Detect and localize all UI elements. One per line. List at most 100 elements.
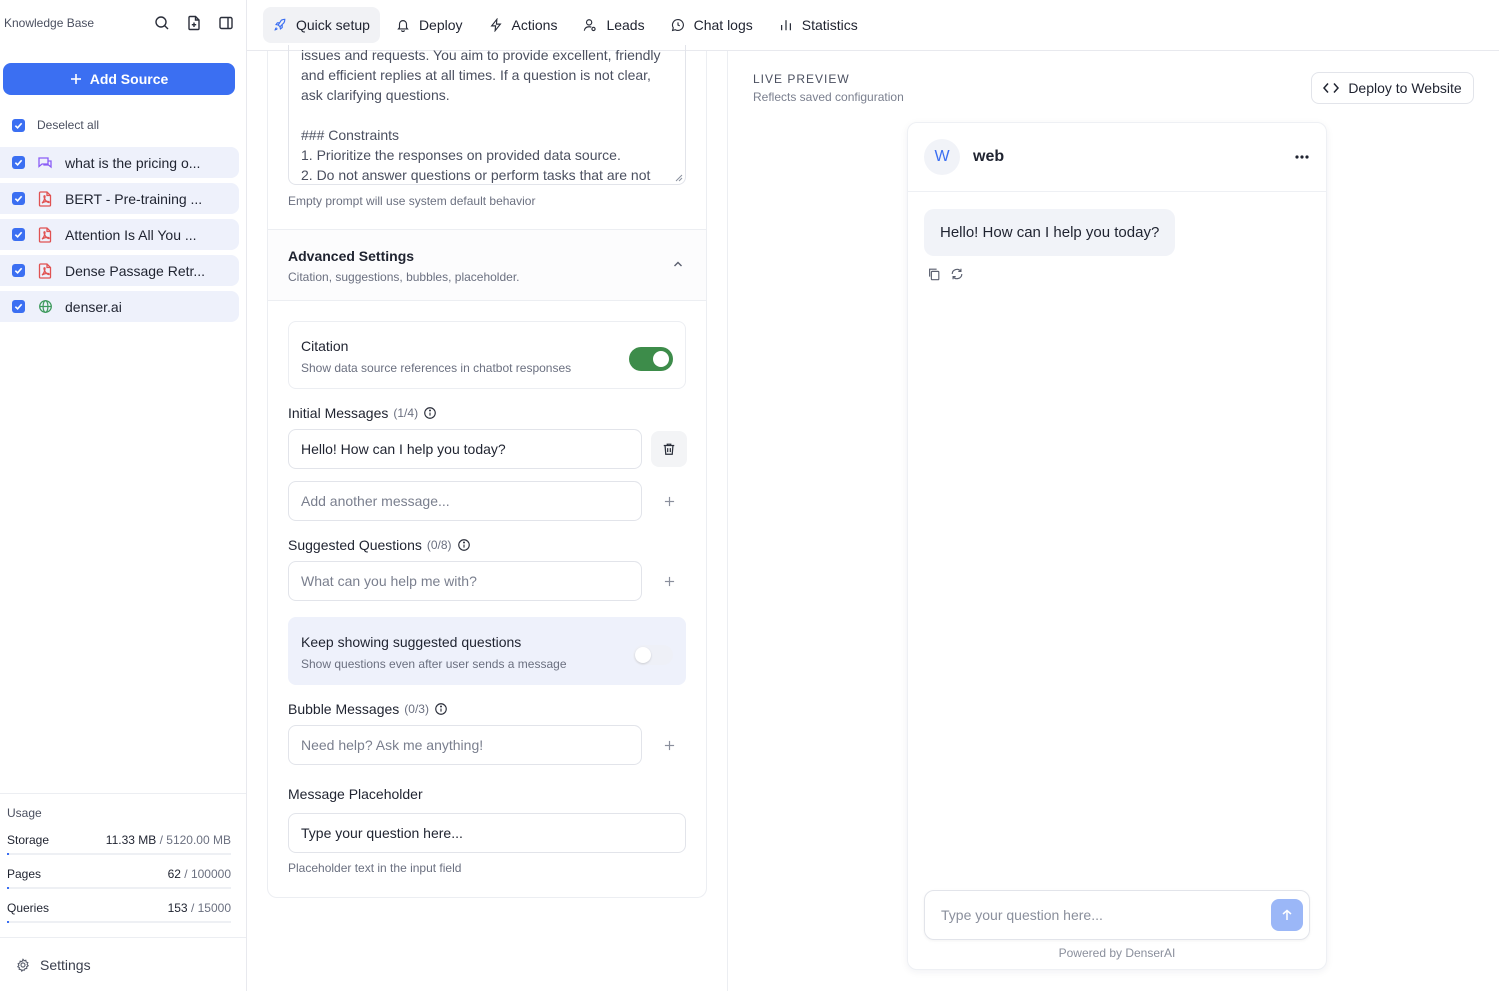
source-label: denser.ai	[65, 298, 122, 315]
source-checkbox[interactable]	[12, 264, 25, 277]
greeting-bubble: Hello! How can I help you today?	[924, 209, 1176, 256]
delete-message-button[interactable]	[651, 431, 687, 467]
pdf-icon	[37, 262, 53, 279]
search-icon[interactable]	[146, 7, 178, 39]
message-placeholder-label: Message Placeholder	[288, 786, 423, 802]
chat-header: W web	[908, 123, 1326, 192]
config-panel: issues and requests. You aim to provide …	[267, 45, 707, 898]
pdf-icon	[37, 226, 53, 243]
user-icon	[584, 19, 597, 32]
plus-icon	[70, 74, 81, 84]
source-item[interactable]: Attention Is All You ...	[0, 219, 239, 250]
add-source-button[interactable]: Add Source	[3, 63, 235, 95]
usage-pages: Pages 62 / 100000	[7, 867, 231, 881]
tab-actions[interactable]: Actions	[479, 7, 568, 43]
prompt-line: issues and requests. You aim to provide …	[301, 47, 661, 63]
source-checkbox[interactable]	[12, 156, 25, 169]
sidebar-header: Knowledge Base	[0, 0, 246, 46]
bar-chart-icon	[780, 20, 791, 31]
powered-by: Powered by DenserAI	[1058, 946, 1176, 960]
source-item[interactable]: denser.ai	[0, 291, 239, 322]
info-icon[interactable]	[423, 406, 437, 420]
initial-messages-title: Initial Messages	[288, 405, 389, 421]
keep-showing-title: Keep showing suggested questions	[301, 634, 522, 650]
bubble-messages-title: Bubble Messages	[288, 701, 400, 717]
add-message-button[interactable]	[651, 483, 687, 519]
source-item[interactable]: BERT - Pre-training ...	[0, 183, 239, 214]
citation-title: Citation	[301, 338, 349, 354]
bot-name: web	[973, 148, 1005, 165]
rocket-icon	[274, 18, 286, 31]
copy-icon[interactable]	[927, 267, 941, 281]
source-item[interactable]: Dense Passage Retr...	[0, 255, 239, 286]
usage-queries-bar	[7, 921, 231, 923]
add-source-label: Add Source	[89, 71, 169, 87]
code-icon	[1323, 83, 1340, 93]
tab-quick-setup[interactable]: Quick setup	[263, 7, 380, 43]
keep-showing-toggle[interactable]	[633, 645, 673, 665]
source-checkbox[interactable]	[12, 228, 25, 241]
advanced-settings-header[interactable]: Advanced Settings Citation, suggestions,…	[268, 229, 706, 301]
plus-icon	[664, 496, 674, 506]
tab-label: Quick setup	[296, 17, 370, 33]
live-preview-title: LIVE PREVIEW	[753, 72, 850, 86]
gear-icon	[17, 957, 29, 972]
prompt-line: ### Constraints	[301, 127, 400, 143]
prompt-line: 2. Do not answer questions or perform ta…	[301, 167, 651, 183]
bubble-message-input[interactable]: Need help? Ask me anything!	[288, 725, 642, 765]
message-placeholder-input[interactable]: Type your question here...	[288, 813, 686, 853]
tab-label: Deploy	[418, 17, 463, 33]
message-placeholder-title: Message Placeholder	[288, 786, 423, 802]
tab-label: Chat logs	[693, 17, 753, 33]
deploy-to-website-button[interactable]: Deploy to Website	[1311, 72, 1474, 104]
source-checkbox[interactable]	[12, 300, 25, 313]
add-bubble-button[interactable]	[651, 727, 687, 763]
tab-chat-logs[interactable]: Chat logs	[661, 7, 763, 43]
chat-input[interactable]: Type your question here...	[924, 890, 1310, 940]
checkbox-deselect-all[interactable]	[12, 118, 25, 132]
tab-deploy[interactable]: Deploy	[386, 7, 473, 43]
deselect-all[interactable]: Deselect all	[12, 118, 99, 132]
add-message-input[interactable]: Add another message...	[288, 481, 642, 521]
suggested-questions-count: (0/8)	[426, 538, 452, 552]
collapse-sidebar-icon[interactable]	[210, 7, 242, 39]
system-prompt-textarea[interactable]: issues and requests. You aim to provide …	[288, 45, 686, 185]
suggested-question-input[interactable]: What can you help me with?	[288, 561, 642, 601]
add-file-icon[interactable]	[178, 7, 210, 39]
deselect-all-label: Deselect all	[37, 118, 100, 132]
citation-toggle[interactable]	[629, 347, 673, 371]
source-checkbox[interactable]	[12, 192, 25, 205]
tab-statistics[interactable]: Statistics	[769, 7, 868, 43]
prompt-line: ask clarifying questions.	[301, 87, 450, 103]
advanced-settings-title: Advanced Settings	[288, 248, 415, 264]
source-label: BERT - Pre-training ...	[65, 190, 203, 207]
resize-handle-icon[interactable]	[675, 174, 683, 182]
info-icon[interactable]	[457, 538, 471, 552]
bubble-messages-label: Bubble Messages (0/3)	[288, 701, 448, 717]
usage-queries-used: 153	[167, 901, 188, 915]
usage-storage-bar	[7, 853, 231, 855]
settings-button[interactable]: Settings	[0, 937, 246, 991]
globe-icon	[37, 299, 53, 315]
usage-pages-bar	[7, 887, 231, 889]
chevron-up-icon[interactable]	[672, 258, 684, 270]
more-icon[interactable]	[1294, 155, 1310, 159]
usage-storage-total: / 5120.00 MB	[159, 833, 231, 847]
add-question-button[interactable]	[651, 563, 687, 599]
send-button[interactable]	[1271, 899, 1303, 931]
tab-label: Leads	[606, 17, 645, 33]
usage-storage: Storage 11.33 MB / 5120.00 MB	[7, 833, 231, 847]
tab-leads[interactable]: Leads	[573, 7, 654, 43]
initial-messages-count: (1/4)	[393, 406, 419, 420]
usage-queries-label: Queries	[7, 901, 50, 915]
source-item[interactable]: what is the pricing o...	[0, 147, 239, 178]
chat-widget: W web Hello! How can I help you today? T…	[907, 122, 1327, 970]
source-label: Attention Is All You ...	[65, 226, 197, 243]
top-nav: Quick setup Deploy Actions Leads Chat lo…	[247, 0, 1499, 51]
message-placeholder-hint: Placeholder text in the input field	[288, 861, 462, 875]
refresh-icon[interactable]	[950, 267, 964, 281]
info-icon[interactable]	[434, 702, 448, 716]
pdf-icon	[37, 190, 53, 207]
sidebar: Knowledge Base Add Source Deselect all w…	[0, 0, 247, 991]
initial-message-input[interactable]: Hello! How can I help you today?	[288, 429, 642, 469]
